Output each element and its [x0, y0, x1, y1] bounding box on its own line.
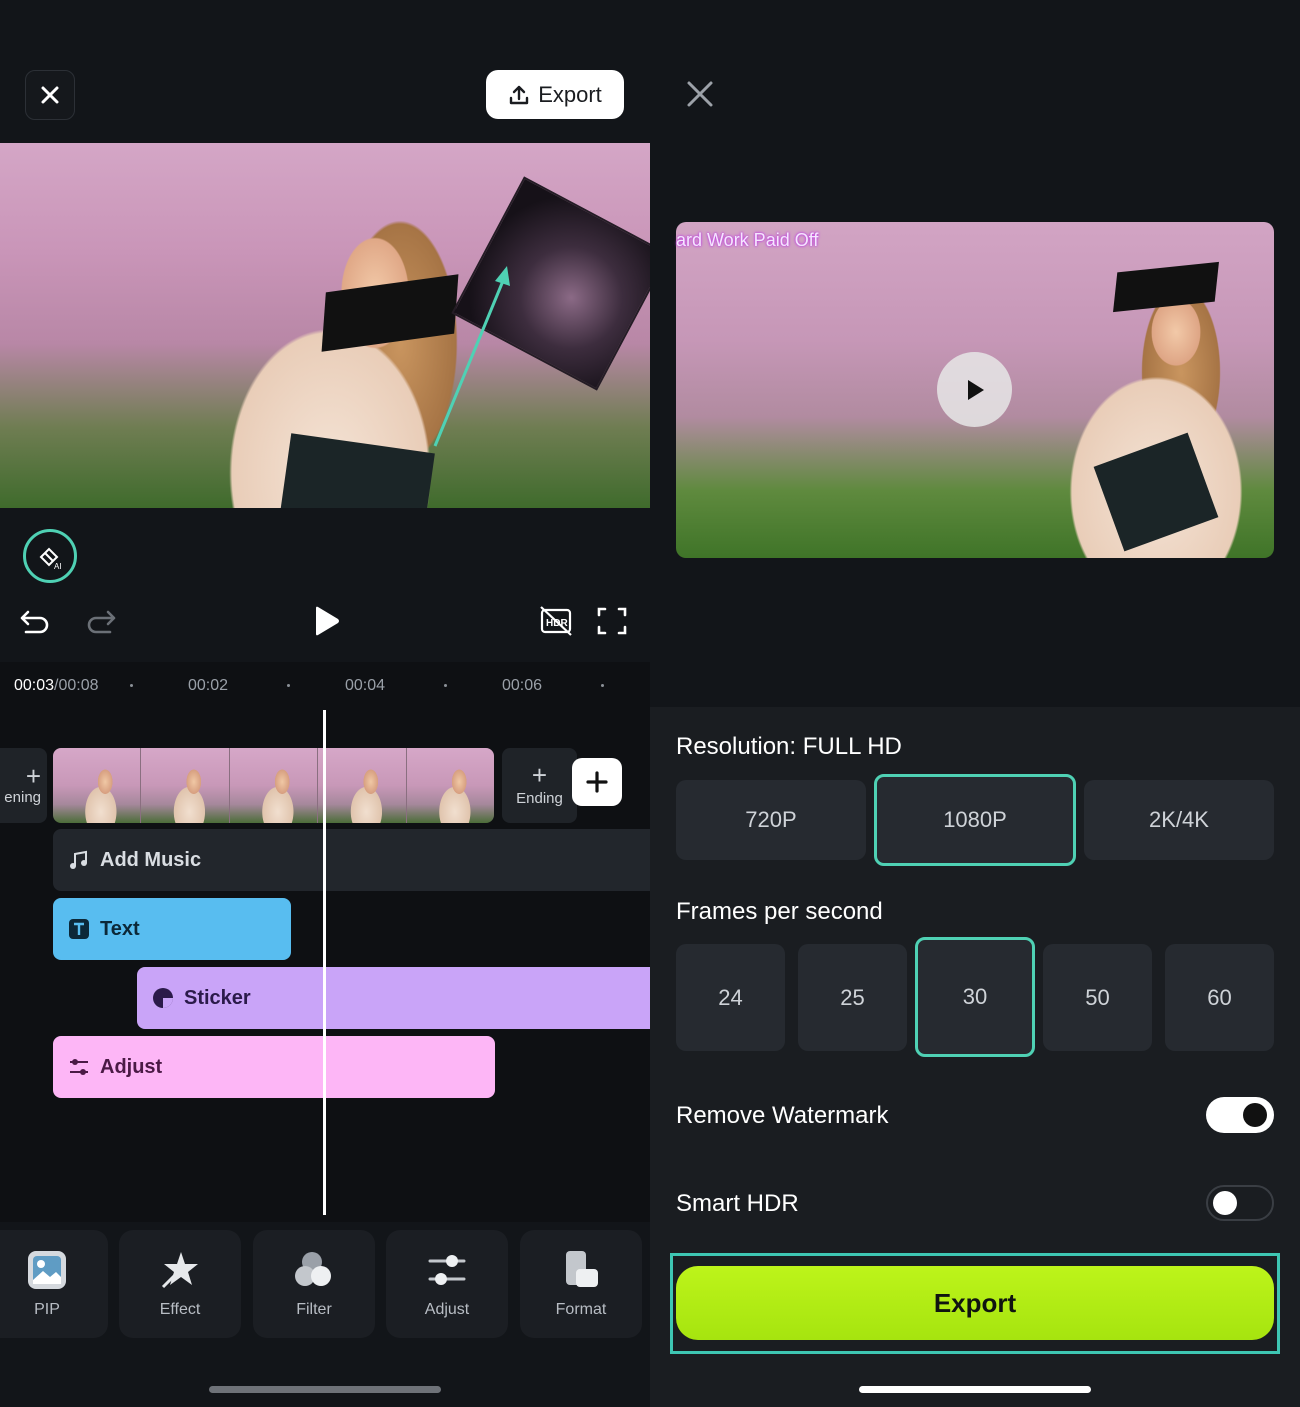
add-opening-button[interactable]: + ening	[0, 748, 47, 823]
export-button[interactable]: Export	[486, 70, 624, 119]
add-music-track[interactable]: Add Music	[53, 829, 650, 891]
fps-50[interactable]: 50	[1043, 944, 1152, 1051]
toggle-knob	[1243, 1103, 1267, 1127]
smart-hdr-label: Smart HDR	[676, 1190, 799, 1217]
annotation-arrow	[433, 266, 510, 447]
effect-icon	[161, 1252, 198, 1289]
tool-adjust[interactable]: Adjust	[386, 1230, 508, 1338]
play-icon[interactable]	[310, 604, 342, 638]
sticker-track[interactable]: Sticker	[137, 967, 650, 1029]
text-icon	[69, 919, 89, 939]
tool-format[interactable]: Format	[520, 1230, 642, 1338]
ai-eraser-button[interactable]: AI	[23, 529, 77, 583]
sticker-icon	[153, 988, 173, 1008]
video-clip[interactable]	[53, 748, 494, 823]
format-icon	[566, 1251, 598, 1287]
home-indicator	[209, 1386, 441, 1393]
sliders-icon	[70, 1059, 88, 1075]
fps-60[interactable]: 60	[1165, 944, 1274, 1051]
play-preview-button[interactable]	[937, 352, 1012, 427]
final-export-button[interactable]: Export	[676, 1266, 1274, 1340]
plus-icon: +	[25, 761, 41, 791]
fullscreen-icon[interactable]	[596, 604, 628, 638]
close-icon	[41, 86, 59, 104]
adjust-icon	[428, 1255, 466, 1285]
graduation-cap	[1113, 261, 1219, 313]
export-button-label: Export	[538, 81, 602, 107]
resolution-1080p[interactable]: 1080P	[874, 774, 1076, 866]
bottom-toolbar: PIP Effect Filter Adjust Format	[0, 1230, 650, 1338]
redo-icon[interactable]	[84, 604, 118, 638]
plus-icon: +	[531, 760, 548, 790]
text-track[interactable]: Text	[53, 898, 291, 960]
add-music-label: Add Music	[100, 848, 202, 871]
fps-24[interactable]: 24	[676, 944, 785, 1051]
diploma-book	[280, 433, 435, 508]
svg-text:AI: AI	[54, 562, 62, 571]
fps-25[interactable]: 25	[798, 944, 907, 1051]
hdr-off-icon[interactable]: HDR	[538, 604, 574, 638]
adjust-track-label: Adjust	[100, 1055, 163, 1078]
text-track-label: Text	[100, 917, 140, 940]
close-icon[interactable]	[686, 80, 714, 108]
playhead[interactable]	[323, 710, 326, 1215]
editor-panel: Export AI HDR 00:03/00:08 00:02 00:04 00…	[0, 0, 650, 1407]
fps-title: Frames per second	[676, 898, 883, 925]
fps-30[interactable]: 30	[915, 937, 1035, 1057]
resolution-2k4k[interactable]: 2K/4K	[1084, 780, 1274, 860]
ruler-mark: 00:04	[345, 677, 386, 694]
ruler-mark: 00:06	[502, 677, 543, 694]
upload-icon	[510, 85, 529, 104]
filter-icon	[295, 1252, 331, 1286]
smart-hdr-toggle[interactable]	[1206, 1185, 1274, 1221]
resolution-720p[interactable]: 720P	[676, 780, 866, 860]
tool-filter[interactable]: Filter	[253, 1230, 375, 1338]
sticker-track-label: Sticker	[184, 986, 251, 1009]
preview-title-text: ard Work Paid Off	[676, 230, 819, 250]
tool-pip[interactable]: PIP	[0, 1230, 108, 1338]
remove-watermark-label: Remove Watermark	[676, 1102, 889, 1129]
tool-effect[interactable]: Effect	[119, 1230, 241, 1338]
ai-eraser-icon: AI	[39, 547, 62, 571]
ending-label: Ending	[516, 790, 563, 807]
toggle-knob	[1213, 1191, 1237, 1215]
timecode: 00:03/00:08	[14, 677, 99, 694]
resolution-title: Resolution: FULL HD	[676, 733, 902, 760]
opening-label: ening	[4, 789, 41, 806]
play-icon	[967, 379, 984, 400]
home-indicator	[859, 1386, 1091, 1393]
add-ending-button[interactable]: + Ending	[502, 748, 577, 823]
undo-icon[interactable]	[18, 604, 52, 638]
plus-icon	[586, 771, 608, 793]
add-clip-button[interactable]	[572, 758, 622, 806]
video-preview[interactable]	[0, 143, 650, 508]
music-note-icon	[70, 850, 87, 869]
ruler-mark: 00:02	[188, 677, 229, 694]
remove-watermark-toggle[interactable]	[1206, 1097, 1274, 1133]
close-editor-button[interactable]	[25, 70, 75, 120]
pip-icon	[28, 1251, 66, 1289]
adjust-track[interactable]: Adjust	[53, 1036, 495, 1098]
diploma-book	[1093, 432, 1219, 552]
